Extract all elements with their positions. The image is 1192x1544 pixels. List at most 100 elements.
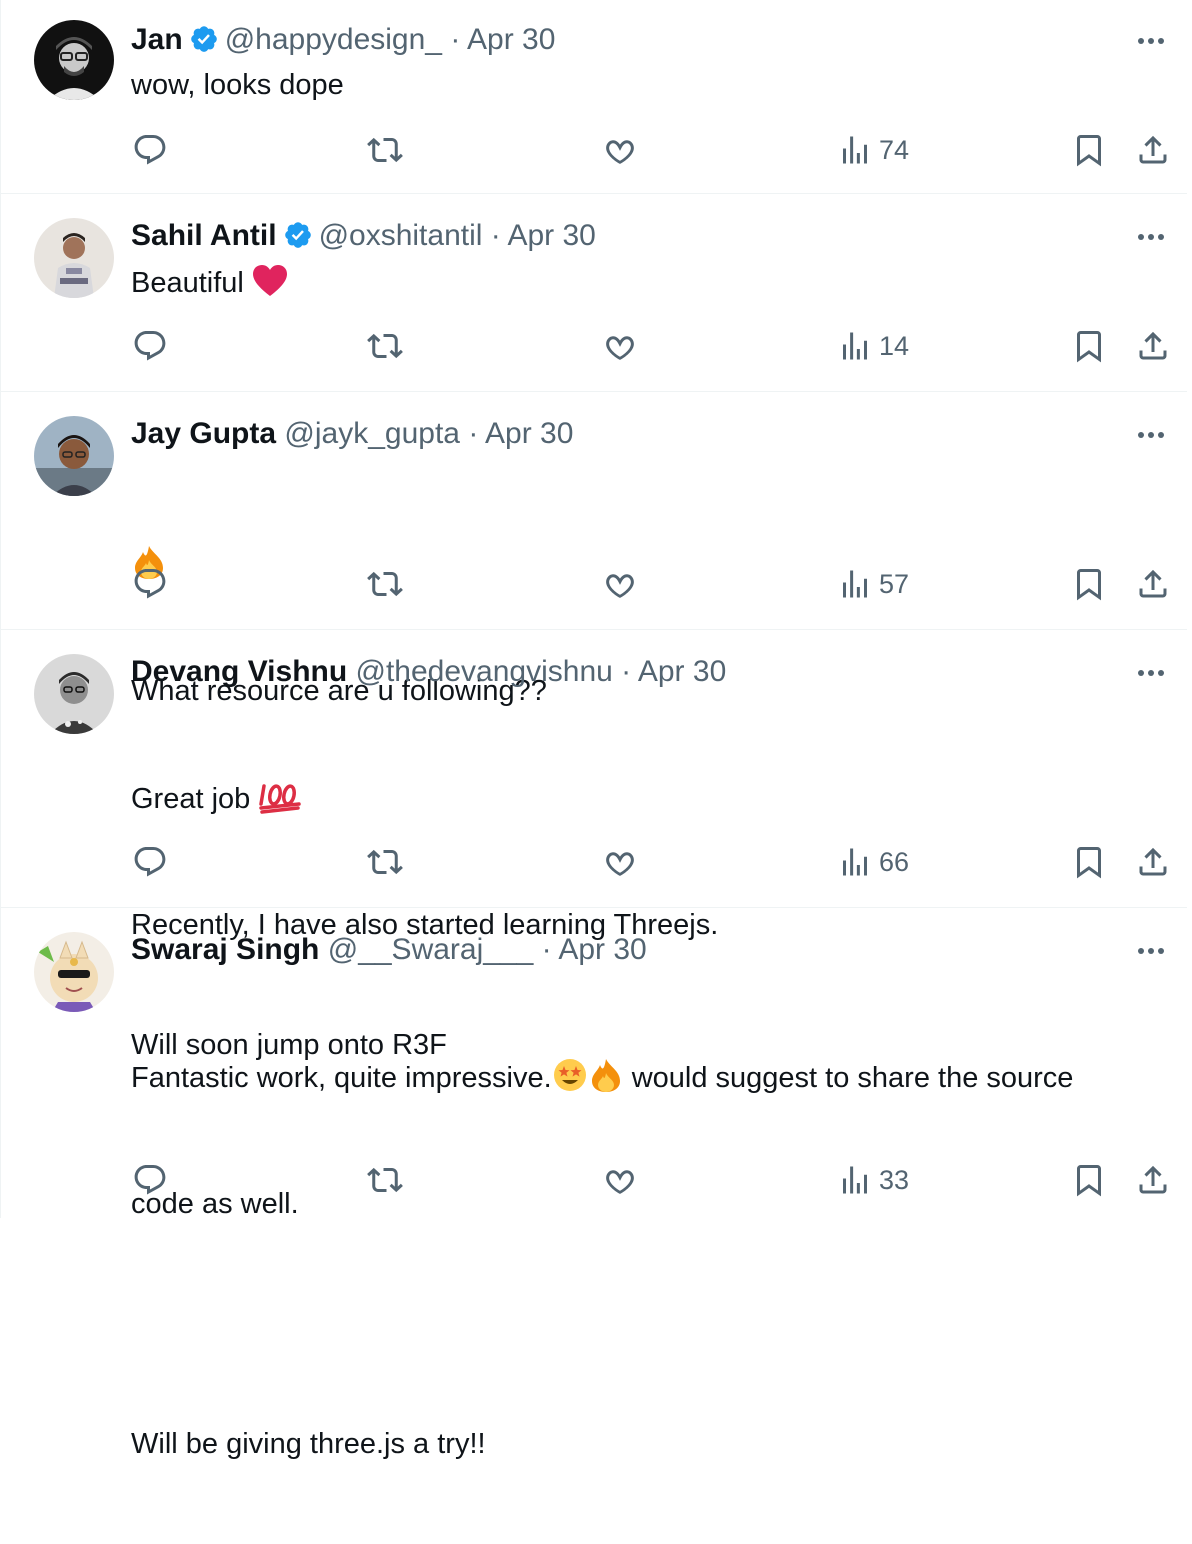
author-name[interactable]: Swaraj Singh	[131, 933, 319, 966]
share-icon	[1139, 847, 1167, 876]
share-icon	[1139, 569, 1167, 598]
reply-button[interactable]	[132, 324, 168, 368]
views-count: 74	[879, 134, 910, 165]
reply-tweet[interactable]: Jan @happydesign_ · Apr 30 wow, looks dop…	[1, 0, 1187, 194]
views-button[interactable]: 14	[837, 324, 909, 368]
author-name[interactable]: Jan	[131, 23, 183, 56]
views-button[interactable]: 57	[837, 562, 909, 606]
more-icon[interactable]	[1131, 936, 1171, 966]
retweet-icon	[367, 849, 403, 875]
tweet-text-line: Fantastic work, quite impressive.	[131, 1062, 552, 1094]
author-name[interactable]: Sahil Antil	[131, 219, 277, 252]
tweet-text-line: Beautiful	[131, 267, 244, 299]
like-button[interactable]	[602, 1158, 638, 1202]
retweet-button[interactable]	[367, 562, 403, 606]
bookmark-icon	[1077, 569, 1101, 601]
views-count: 57	[879, 568, 910, 599]
retweet-button[interactable]	[367, 324, 403, 368]
reply-button[interactable]	[132, 562, 168, 606]
bookmark-button[interactable]	[1071, 840, 1107, 884]
like-button[interactable]	[602, 840, 638, 884]
retweet-icon	[367, 333, 403, 359]
reply-icon	[134, 569, 166, 599]
share-button[interactable]	[1135, 128, 1171, 172]
more-icon[interactable]	[1131, 420, 1171, 450]
author-handle[interactable]: @happydesign_	[225, 23, 442, 56]
share-button[interactable]	[1135, 324, 1171, 368]
author-handle[interactable]: @oxshitantil	[319, 219, 483, 252]
retweet-button[interactable]	[367, 840, 403, 884]
like-icon	[606, 336, 634, 360]
share-button[interactable]	[1135, 1158, 1171, 1202]
bookmark-button[interactable]	[1071, 562, 1107, 606]
separator-dot: ·	[541, 933, 552, 966]
tweet-text-line: Will be giving three.js a try!!	[131, 1428, 486, 1460]
tweet-text: Beautiful	[131, 263, 1171, 309]
avatar[interactable]	[34, 654, 114, 734]
views-button[interactable]: 33	[837, 1158, 909, 1202]
tweet-text-line: would suggest to share the source	[631, 1062, 1074, 1094]
tweet-header: Jay Gupta @jayk_gupta · Apr 30	[131, 416, 573, 452]
views-icon	[843, 1166, 867, 1194]
reply-tweet[interactable]: Devang Vishnu @thedevangvishnu · Apr 30 …	[1, 630, 1187, 1061]
retweet-button[interactable]	[367, 128, 403, 172]
author-handle[interactable]: @thedevangvishnu	[356, 655, 613, 688]
action-bar: 66	[1, 840, 1187, 884]
bookmark-button[interactable]	[1071, 324, 1107, 368]
like-button[interactable]	[602, 324, 638, 368]
tweet-text: wow, looks dope	[131, 65, 1171, 105]
timestamp[interactable]: Apr 30	[485, 417, 573, 450]
tweet-header: Jan @happydesign_ · Apr 30	[131, 22, 555, 58]
views-button[interactable]: 66	[837, 840, 909, 884]
star-struck-emoji-icon	[552, 1057, 588, 1104]
bookmark-icon	[1077, 331, 1101, 363]
more-icon[interactable]	[1131, 222, 1171, 252]
share-button[interactable]	[1135, 562, 1171, 606]
action-bar: 33	[1, 1158, 1187, 1202]
author-handle[interactable]: @__Swaraj___	[328, 933, 534, 966]
author-handle[interactable]: @jayk_gupta	[284, 417, 460, 450]
tweet-header: Devang Vishnu @thedevangvishnu · Apr 30	[131, 654, 726, 690]
share-button[interactable]	[1135, 840, 1171, 884]
more-icon[interactable]	[1131, 658, 1171, 688]
separator-dot: ·	[490, 219, 501, 252]
avatar[interactable]	[34, 218, 114, 298]
author-name[interactable]: Devang Vishnu	[131, 655, 347, 688]
views-icon	[843, 136, 867, 164]
author-name[interactable]: Jay Gupta	[131, 417, 276, 450]
reply-button[interactable]	[132, 1158, 168, 1202]
avatar[interactable]	[34, 20, 114, 100]
views-icon	[843, 332, 867, 360]
like-button[interactable]	[602, 562, 638, 606]
action-bar: 14	[1, 324, 1187, 368]
bookmark-button[interactable]	[1071, 1158, 1107, 1202]
retweet-icon	[367, 137, 403, 163]
reply-button[interactable]	[132, 840, 168, 884]
reply-button[interactable]	[132, 128, 168, 172]
timestamp[interactable]: Apr 30	[638, 655, 726, 688]
like-button[interactable]	[602, 128, 638, 172]
timestamp[interactable]: Apr 30	[467, 23, 555, 56]
reply-tweet[interactable]: Jay Gupta @jayk_gupta · Apr 30 What reso…	[1, 392, 1187, 707]
bookmark-icon	[1077, 135, 1101, 167]
reply-tweet[interactable]: Sahil Antil @oxshitantil · Apr 30 Beautif…	[1, 194, 1187, 392]
bookmark-button[interactable]	[1071, 128, 1107, 172]
avatar[interactable]	[34, 416, 114, 496]
retweet-button[interactable]	[367, 1158, 403, 1202]
views-button[interactable]: 74	[837, 128, 909, 172]
verified-badge-icon	[189, 24, 219, 54]
retweet-icon	[367, 571, 403, 597]
avatar[interactable]	[34, 932, 114, 1012]
bookmark-icon	[1077, 847, 1101, 879]
views-count: 14	[879, 330, 910, 361]
more-icon[interactable]	[1131, 26, 1171, 56]
tweet-text-line: Great job	[131, 783, 251, 815]
tweet-header: Sahil Antil @oxshitantil · Apr 30	[131, 218, 596, 254]
verified-badge-icon	[283, 220, 313, 250]
timestamp[interactable]: Apr 30	[558, 933, 646, 966]
reply-tweet[interactable]: Swaraj Singh @__Swaraj___ · Apr 30 Fanta…	[1, 908, 1187, 1460]
separator-dot: ·	[468, 417, 479, 450]
timestamp[interactable]: Apr 30	[507, 219, 595, 252]
reply-icon	[134, 135, 166, 165]
reply-icon	[134, 847, 166, 877]
